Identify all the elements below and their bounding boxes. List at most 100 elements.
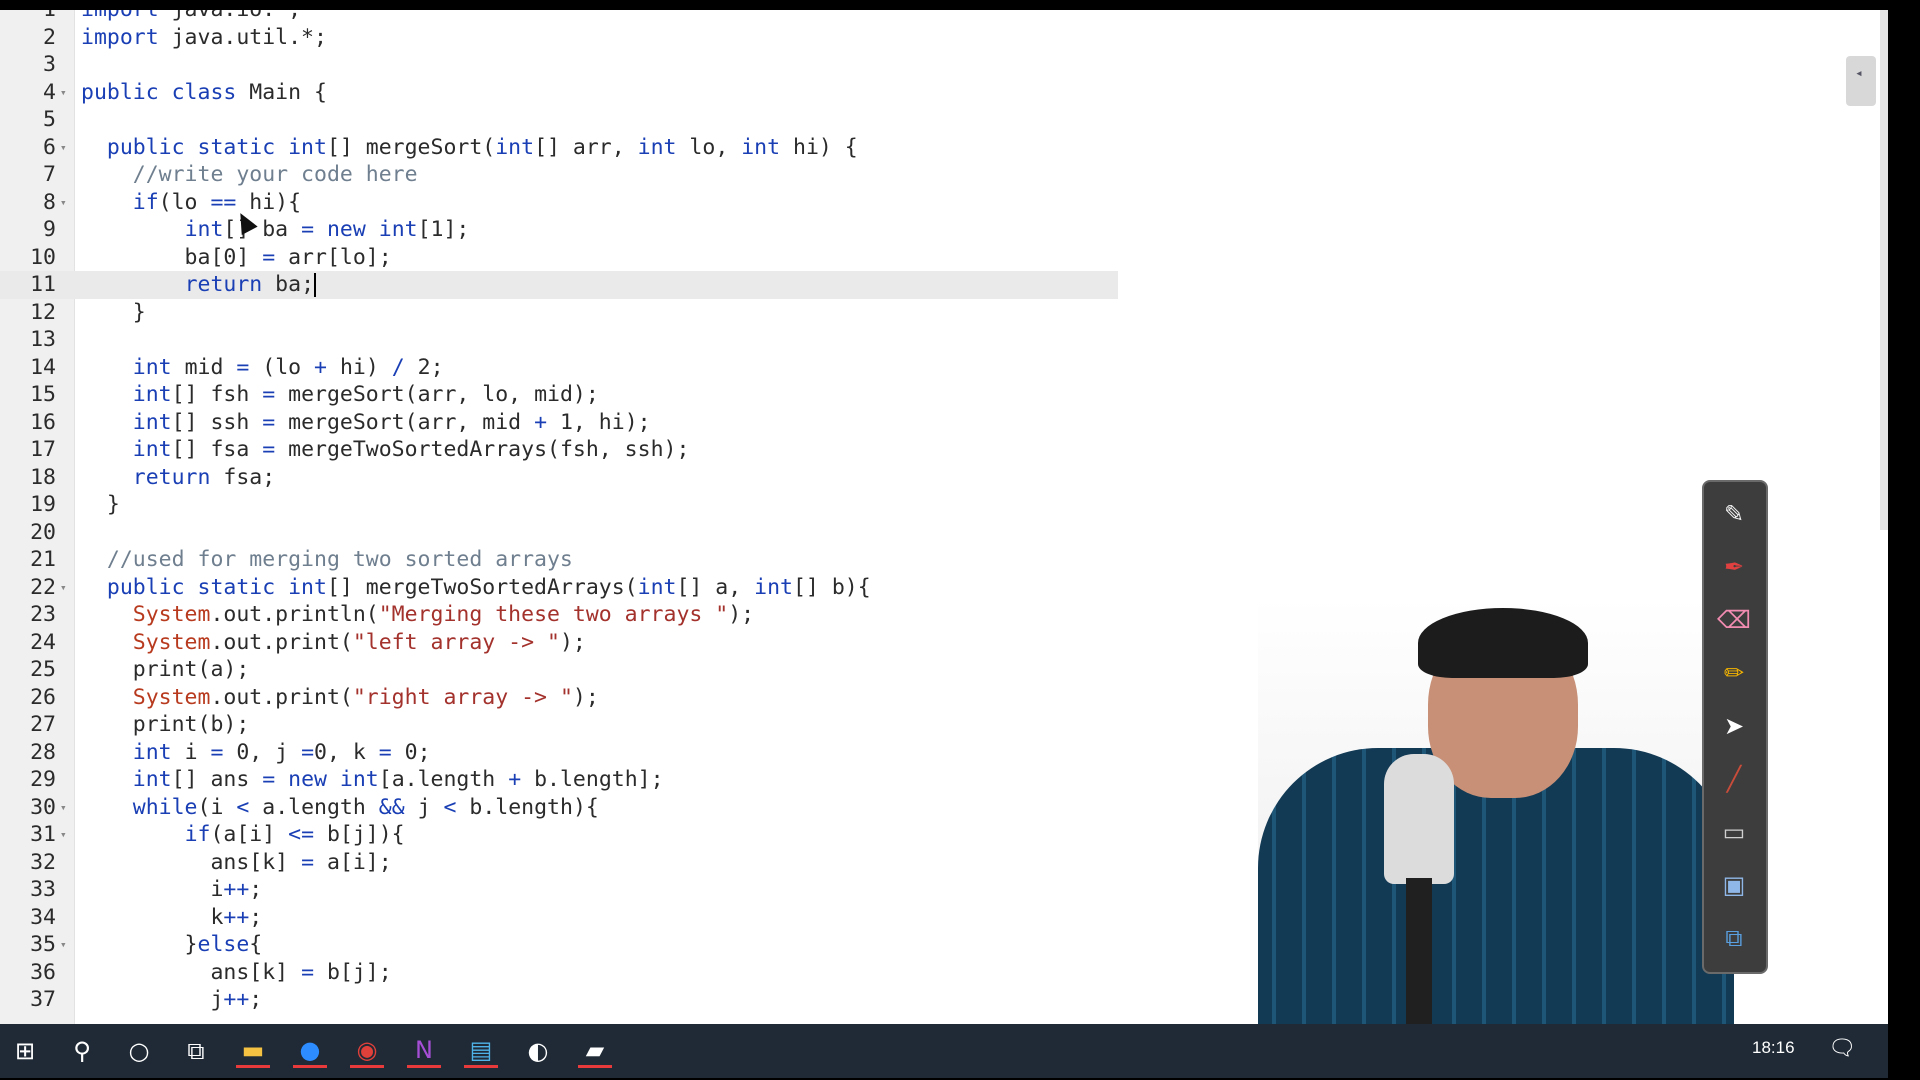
screen-icon[interactable]: ⧉ [1716, 920, 1752, 956]
code-line[interactable]: 13 [0, 326, 1118, 354]
code-line[interactable]: 27 print(b); [0, 711, 1118, 739]
code-line[interactable]: 17 int[] fsa = mergeTwoSortedArrays(fsh,… [0, 436, 1118, 464]
highlighter-icon[interactable]: ✏ [1716, 655, 1752, 691]
line-icon[interactable]: ▭ [1716, 814, 1752, 850]
code-text[interactable]: } [81, 299, 146, 327]
code-line[interactable]: 36 ans[k] = b[j]; [0, 959, 1118, 987]
code-line[interactable]: 14 int mid = (lo + hi) / 2; [0, 354, 1118, 382]
code-line[interactable]: 6 ▾ public static int[] mergeSort(int[] a… [0, 134, 1118, 162]
code-text[interactable]: int i = 0, j =0, k = 0; [81, 739, 431, 767]
code-line[interactable]: 30 ▾ while(i < a.length && j < b.length){ [0, 794, 1118, 822]
fold-toggle-icon[interactable]: ▾ [60, 134, 67, 162]
code-text[interactable]: } [81, 491, 120, 519]
code-line[interactable]: 15 int[] fsh = mergeSort(arr, lo, mid); [0, 381, 1118, 409]
code-text[interactable]: }else{ [81, 931, 263, 959]
code-line[interactable]: 9 int[] ba = new int[1]; [0, 216, 1118, 244]
code-line[interactable]: 20 [0, 519, 1118, 547]
notification-icon[interactable]: 🗨 [1828, 1036, 1858, 1064]
fold-toggle-icon[interactable]: ▾ [60, 79, 67, 107]
fold-toggle-icon[interactable]: ▾ [60, 794, 67, 822]
app-window-icon[interactable]: ▤ [464, 1034, 498, 1068]
code-line[interactable]: 25 print(a); [0, 656, 1118, 684]
eraser-icon[interactable]: ⌫ [1716, 602, 1752, 638]
file-explorer-icon[interactable]: ▬ [236, 1034, 270, 1068]
fold-toggle-icon[interactable]: ▾ [60, 931, 67, 959]
code-text[interactable]: System.out.print("left array -> "); [81, 629, 586, 657]
code-line[interactable]: 34 k++; [0, 904, 1118, 932]
code-line[interactable]: 8 ▾ if(lo == hi){ [0, 189, 1118, 217]
code-line[interactable]: 21 //used for merging two sorted arrays [0, 546, 1118, 574]
code-line[interactable]: 1 import java.io.*; [0, 10, 1118, 24]
taskbar-clock[interactable]: 18:16 [1752, 1038, 1795, 1058]
code-text[interactable]: ans[k] = a[i]; [81, 849, 391, 877]
code-text[interactable]: int[] ans = new int[a.length + b.length]… [81, 766, 664, 794]
task-view-icon[interactable]: ⧉ [179, 1034, 213, 1068]
code-line[interactable]: 24 System.out.print("left array -> "); [0, 629, 1118, 657]
code-text[interactable]: //write your code here [81, 161, 418, 189]
fold-toggle-icon[interactable]: ▾ [60, 189, 67, 217]
fold-toggle-icon[interactable]: ▾ [60, 574, 67, 602]
fold-toggle-icon[interactable]: ▾ [60, 821, 67, 849]
code-editor[interactable]: 1 import java.io.*; 2 import java.util.*; 34… [0, 10, 1118, 1024]
code-text[interactable]: print(a); [81, 656, 250, 684]
select-pen-icon[interactable]: ✎ [1716, 496, 1752, 532]
code-text[interactable]: ba[0] = arr[lo]; [81, 244, 392, 272]
code-line[interactable]: 5 [0, 106, 1118, 134]
code-line[interactable]: 32 ans[k] = a[i]; [0, 849, 1118, 877]
side-panel-toggle[interactable]: ◂ [1846, 56, 1876, 106]
windows-start-icon[interactable]: ⊞ [8, 1034, 42, 1068]
code-text[interactable]: if(a[i] <= b[j]){ [81, 821, 405, 849]
editor-scrollbar[interactable] [1880, 10, 1888, 530]
code-text[interactable]: public static int[] mergeTwoSortedArrays… [81, 574, 871, 602]
code-text[interactable]: System.out.print("right array -> "); [81, 684, 599, 712]
zoom-icon[interactable]: ● [293, 1034, 327, 1068]
code-line[interactable]: 26 System.out.print("right array -> "); [0, 684, 1118, 712]
code-text[interactable]: j++; [81, 986, 262, 1014]
code-text[interactable]: return ba; [81, 271, 317, 299]
code-line[interactable]: 19 } [0, 491, 1118, 519]
code-text[interactable]: import java.util.*; [81, 24, 327, 52]
code-line[interactable]: 12 } [0, 299, 1118, 327]
code-text[interactable]: int mid = (lo + hi) / 2; [81, 354, 444, 382]
code-text[interactable]: public class Main { [81, 79, 327, 107]
code-text[interactable]: print(b); [81, 711, 250, 739]
code-line[interactable]: 4 ▾ public class Main { [0, 79, 1118, 107]
code-text[interactable]: int[] fsh = mergeSort(arr, lo, mid); [81, 381, 599, 409]
code-line[interactable]: 10 ba[0] = arr[lo]; [0, 244, 1118, 272]
pointer-icon[interactable]: ➤ [1716, 708, 1752, 744]
code-line[interactable]: 33 i++; [0, 876, 1118, 904]
obs-icon[interactable]: ◐ [521, 1034, 555, 1068]
search-icon[interactable]: ⚲ [65, 1034, 99, 1068]
code-text[interactable]: public static int[] mergeSort(int[] arr,… [81, 134, 858, 162]
code-text[interactable]: System.out.println("Merging these two ar… [81, 601, 754, 629]
code-line[interactable]: 35 ▾ }else{ [0, 931, 1118, 959]
code-line[interactable]: 22 ▾ public static int[] mergeTwoSortedAr… [0, 574, 1118, 602]
code-line[interactable]: 16 int[] ssh = mergeSort(arr, mid + 1, h… [0, 409, 1118, 437]
code-text[interactable]: while(i < a.length && j < b.length){ [81, 794, 599, 822]
code-text[interactable]: int[] fsa = mergeTwoSortedArrays(fsh, ss… [81, 436, 690, 464]
code-text[interactable]: return fsa; [81, 464, 275, 492]
cortana-icon[interactable]: ○ [122, 1034, 156, 1068]
whiteboard-app-icon[interactable]: ▰ [578, 1034, 612, 1068]
code-line[interactable]: 2 import java.util.*; [0, 24, 1118, 52]
code-line[interactable]: 29 int[] ans = new int[a.length + b.leng… [0, 766, 1118, 794]
onenote-icon[interactable]: N [407, 1034, 441, 1068]
code-line[interactable]: 28 int i = 0, j =0, k = 0; [0, 739, 1118, 767]
code-text[interactable]: k++; [81, 904, 262, 932]
code-line[interactable]: 31 ▾ if(a[i] <= b[j]){ [0, 821, 1118, 849]
code-text[interactable]: i++; [81, 876, 262, 904]
code-line[interactable]: 7 //write your code here [0, 161, 1118, 189]
code-text[interactable]: int[] ssh = mergeSort(arr, mid + 1, hi); [81, 409, 651, 437]
whiteboard-icon[interactable]: ▣ [1716, 867, 1752, 903]
code-line[interactable]: 37 j++; [0, 986, 1118, 1014]
code-text[interactable]: int[] ba = new int[1]; [81, 216, 470, 244]
red-pen-icon[interactable]: ✒ [1716, 549, 1752, 585]
code-text[interactable]: ans[k] = b[j]; [81, 959, 391, 987]
code-line[interactable]: 18 return fsa; [0, 464, 1118, 492]
chrome-icon[interactable]: ◉ [350, 1034, 384, 1068]
code-text[interactable]: if(lo == hi){ [81, 189, 301, 217]
laser-icon[interactable]: ╱ [1716, 761, 1752, 797]
code-text[interactable]: import java.io.*; [81, 10, 301, 24]
code-line[interactable]: 3 [0, 51, 1118, 79]
code-line[interactable]: 23 System.out.println("Merging these two… [0, 601, 1118, 629]
